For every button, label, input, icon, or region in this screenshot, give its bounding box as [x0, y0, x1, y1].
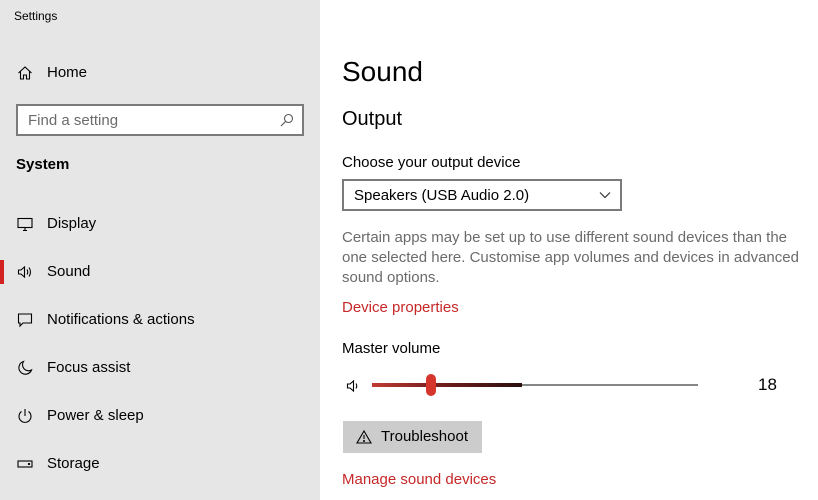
- selection-indicator: [0, 260, 4, 284]
- output-description: Certain apps may be set up to use differ…: [342, 229, 799, 286]
- output-device-label: Choose your output device: [342, 154, 521, 171]
- storage-icon: [17, 460, 33, 468]
- sidebar-item-storage[interactable]: Storage: [0, 444, 320, 484]
- page-title: Sound: [342, 56, 423, 87]
- output-device-value: Speakers (USB Audio 2.0): [354, 187, 530, 204]
- chevron-down-icon: [599, 192, 611, 199]
- sidebar-item-label: Sound: [47, 263, 91, 280]
- window-title: Settings: [14, 9, 58, 23]
- output-device-dropdown[interactable]: Speakers (USB Audio 2.0): [342, 179, 622, 211]
- sidebar-item-display[interactable]: Display: [0, 204, 320, 244]
- slider-thumb[interactable]: [426, 374, 436, 396]
- slider-fill: [372, 383, 522, 387]
- manage-sound-devices-link[interactable]: Manage sound devices: [342, 471, 496, 488]
- notification-icon: [17, 313, 33, 328]
- sidebar-item-label: Focus assist: [47, 359, 131, 376]
- sidebar-item-home[interactable]: Home: [0, 58, 320, 88]
- section-title: System: [16, 156, 70, 173]
- main-content: Sound Output Choose your output device S…: [320, 0, 818, 500]
- troubleshoot-label: Troubleshoot: [381, 428, 468, 445]
- sidebar-item-sound[interactable]: Sound: [0, 252, 320, 292]
- moon-icon: [18, 360, 33, 375]
- troubleshoot-button[interactable]: Troubleshoot: [343, 421, 482, 453]
- sidebar-item-label: Storage: [47, 455, 100, 472]
- search-icon[interactable]: [280, 113, 294, 127]
- master-volume-slider[interactable]: [372, 374, 700, 398]
- power-icon: [18, 409, 32, 423]
- home-label: Home: [47, 64, 88, 81]
- search-input[interactable]: [18, 106, 278, 134]
- device-properties-link[interactable]: Device properties: [342, 299, 459, 316]
- output-heading: Output: [342, 108, 403, 130]
- sidebar-item-notifications[interactable]: Notifications & actions: [0, 300, 320, 340]
- sidebar-item-power-sleep[interactable]: Power & sleep: [0, 396, 320, 436]
- home-icon: [18, 66, 32, 80]
- display-icon: [17, 217, 33, 232]
- warning-icon: [356, 430, 372, 444]
- sidebar-item-focus-assist[interactable]: Focus assist: [0, 348, 320, 388]
- search-box[interactable]: [16, 104, 304, 136]
- sidebar-item-label: Power & sleep: [47, 407, 144, 424]
- sidebar: Settings Home System Display Sound Notif…: [0, 0, 320, 500]
- master-volume-value: 18: [758, 375, 777, 394]
- master-volume-label: Master volume: [342, 340, 441, 357]
- sidebar-item-label: Notifications & actions: [47, 311, 195, 328]
- volume-icon[interactable]: [346, 378, 362, 394]
- sidebar-item-label: Display: [47, 215, 97, 232]
- speaker-icon: [17, 265, 32, 279]
